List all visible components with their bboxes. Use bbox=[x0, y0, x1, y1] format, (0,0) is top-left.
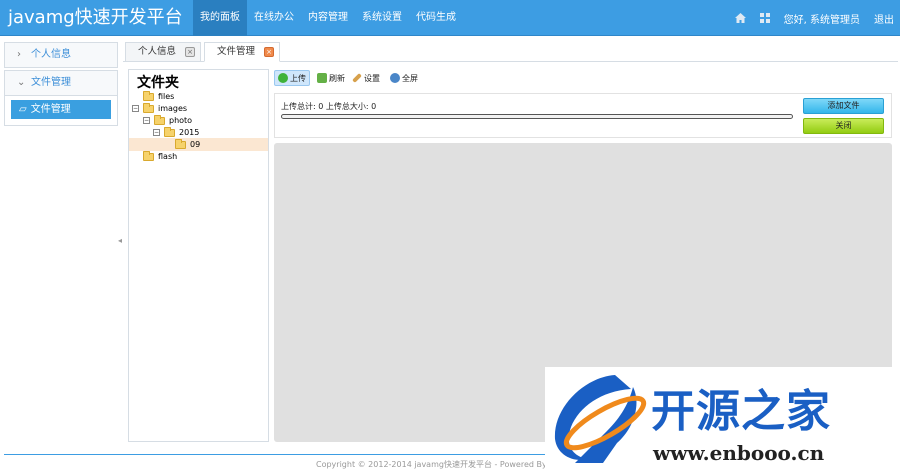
folder-icon bbox=[143, 102, 154, 113]
folder-tree-panel: 文件夹 files − images − photo −2015 09 flash bbox=[128, 69, 269, 442]
folder-icon bbox=[154, 114, 165, 125]
watermark: 开源之家 www.enbooo.cn bbox=[545, 367, 900, 474]
close-icon[interactable]: × bbox=[264, 47, 274, 57]
add-file-button[interactable]: 添加文件 bbox=[803, 98, 884, 114]
fullscreen-button[interactable]: 全屏 bbox=[387, 70, 421, 86]
refresh-button-label: 刷新 bbox=[329, 73, 345, 83]
main-nav: 我的面板 在线办公 内容管理 系统设置 代码生成 bbox=[193, 0, 463, 36]
fullscreen-button-label: 全屏 bbox=[402, 73, 418, 83]
user-greeting[interactable]: 您好, 系统管理员 bbox=[784, 11, 860, 26]
upload-summary: 上传总计: 0 上传总大小: 0 bbox=[281, 102, 377, 111]
folder-icon bbox=[175, 138, 186, 149]
nav-item-system-settings[interactable]: 系统设置 bbox=[355, 0, 409, 36]
collapse-toggle-icon[interactable]: − bbox=[153, 129, 160, 136]
nav-item-online-office[interactable]: 在线办公 bbox=[247, 0, 301, 36]
refresh-button[interactable]: 刷新 bbox=[314, 70, 348, 86]
chevron-down-icon: ⌄ bbox=[17, 77, 26, 88]
tree-node-label: 09 bbox=[190, 140, 201, 149]
collapse-toggle-icon[interactable]: − bbox=[132, 105, 139, 112]
sidebar-section-file-management[interactable]: ⌄ 文件管理 bbox=[4, 70, 118, 96]
folder-icon bbox=[164, 126, 175, 137]
upload-button[interactable]: 上传 bbox=[274, 70, 310, 86]
watermark-logo bbox=[554, 375, 647, 463]
nav-item-content-management[interactable]: 内容管理 bbox=[301, 0, 355, 36]
upload-panel: 上传总计: 0 上传总大小: 0 添加文件 关闭 bbox=[274, 93, 892, 138]
sidebar-collapse-handle[interactable]: ◂ bbox=[118, 236, 122, 245]
nav-item-code-generation[interactable]: 代码生成 bbox=[409, 0, 463, 36]
watermark-text: 开源之家 bbox=[651, 386, 831, 437]
close-upload-button[interactable]: 关闭 bbox=[803, 118, 884, 134]
sidebar-section-label: 个人信息 bbox=[31, 49, 71, 60]
folder-tree-title: 文件夹 bbox=[137, 75, 179, 91]
folder-icon bbox=[143, 90, 154, 101]
folder-open-icon: ▱ bbox=[19, 104, 27, 115]
sidebar-item-label: 文件管理 bbox=[30, 104, 71, 115]
sidebar-item-file-management[interactable]: ▱ 文件管理 bbox=[11, 100, 111, 119]
upload-progress-bar bbox=[281, 114, 793, 119]
wrench-icon bbox=[352, 73, 362, 83]
tree-node-label: flash bbox=[158, 152, 178, 161]
file-toolbar: 上传 刷新 设置 全屏 bbox=[274, 70, 894, 86]
grid-icon[interactable] bbox=[759, 13, 770, 23]
footer-copyright: Copyright © 2012-2014 javamg快速开发平台 - Pow… bbox=[316, 460, 578, 469]
sidebar: › 个人信息 ⌄ 文件管理 ▱ 文件管理 bbox=[4, 42, 118, 126]
watermark-url: www.enbooo.cn bbox=[653, 441, 825, 465]
top-navbar: javamg快速开发平台 我的面板 在线办公 内容管理 系统设置 代码生成 您好… bbox=[0, 0, 900, 36]
chevron-right-icon: › bbox=[17, 49, 21, 60]
refresh-icon bbox=[317, 73, 327, 83]
upload-icon bbox=[278, 73, 288, 83]
tab-label: 个人信息 bbox=[138, 46, 177, 57]
sidebar-section-label: 文件管理 bbox=[31, 77, 71, 88]
user-area: 您好, 系统管理员 退出 bbox=[721, 0, 894, 36]
logout-link[interactable]: 退出 bbox=[874, 11, 894, 26]
close-icon[interactable]: × bbox=[185, 47, 195, 57]
tree-node-flash[interactable]: flash bbox=[143, 150, 177, 163]
tab-label: 文件管理 bbox=[217, 46, 256, 57]
sidebar-section-body: ▱ 文件管理 bbox=[4, 96, 118, 126]
collapse-toggle-icon[interactable]: − bbox=[143, 117, 150, 124]
tab-file-management[interactable]: 文件管理 × bbox=[204, 42, 280, 62]
tab-personal-info[interactable]: 个人信息 × bbox=[125, 42, 201, 62]
nav-item-my-panel[interactable]: 我的面板 bbox=[193, 0, 247, 36]
upload-button-label: 上传 bbox=[290, 73, 306, 83]
settings-button-label: 设置 bbox=[364, 73, 380, 83]
tab-bar: 个人信息 × 文件管理 × bbox=[123, 42, 898, 62]
globe-icon bbox=[390, 73, 400, 83]
brand-title[interactable]: javamg快速开发平台 bbox=[8, 5, 183, 31]
home-icon[interactable] bbox=[734, 13, 746, 23]
folder-icon bbox=[143, 150, 154, 161]
settings-button[interactable]: 设置 bbox=[352, 70, 383, 86]
sidebar-section-personal-info[interactable]: › 个人信息 bbox=[4, 42, 118, 68]
